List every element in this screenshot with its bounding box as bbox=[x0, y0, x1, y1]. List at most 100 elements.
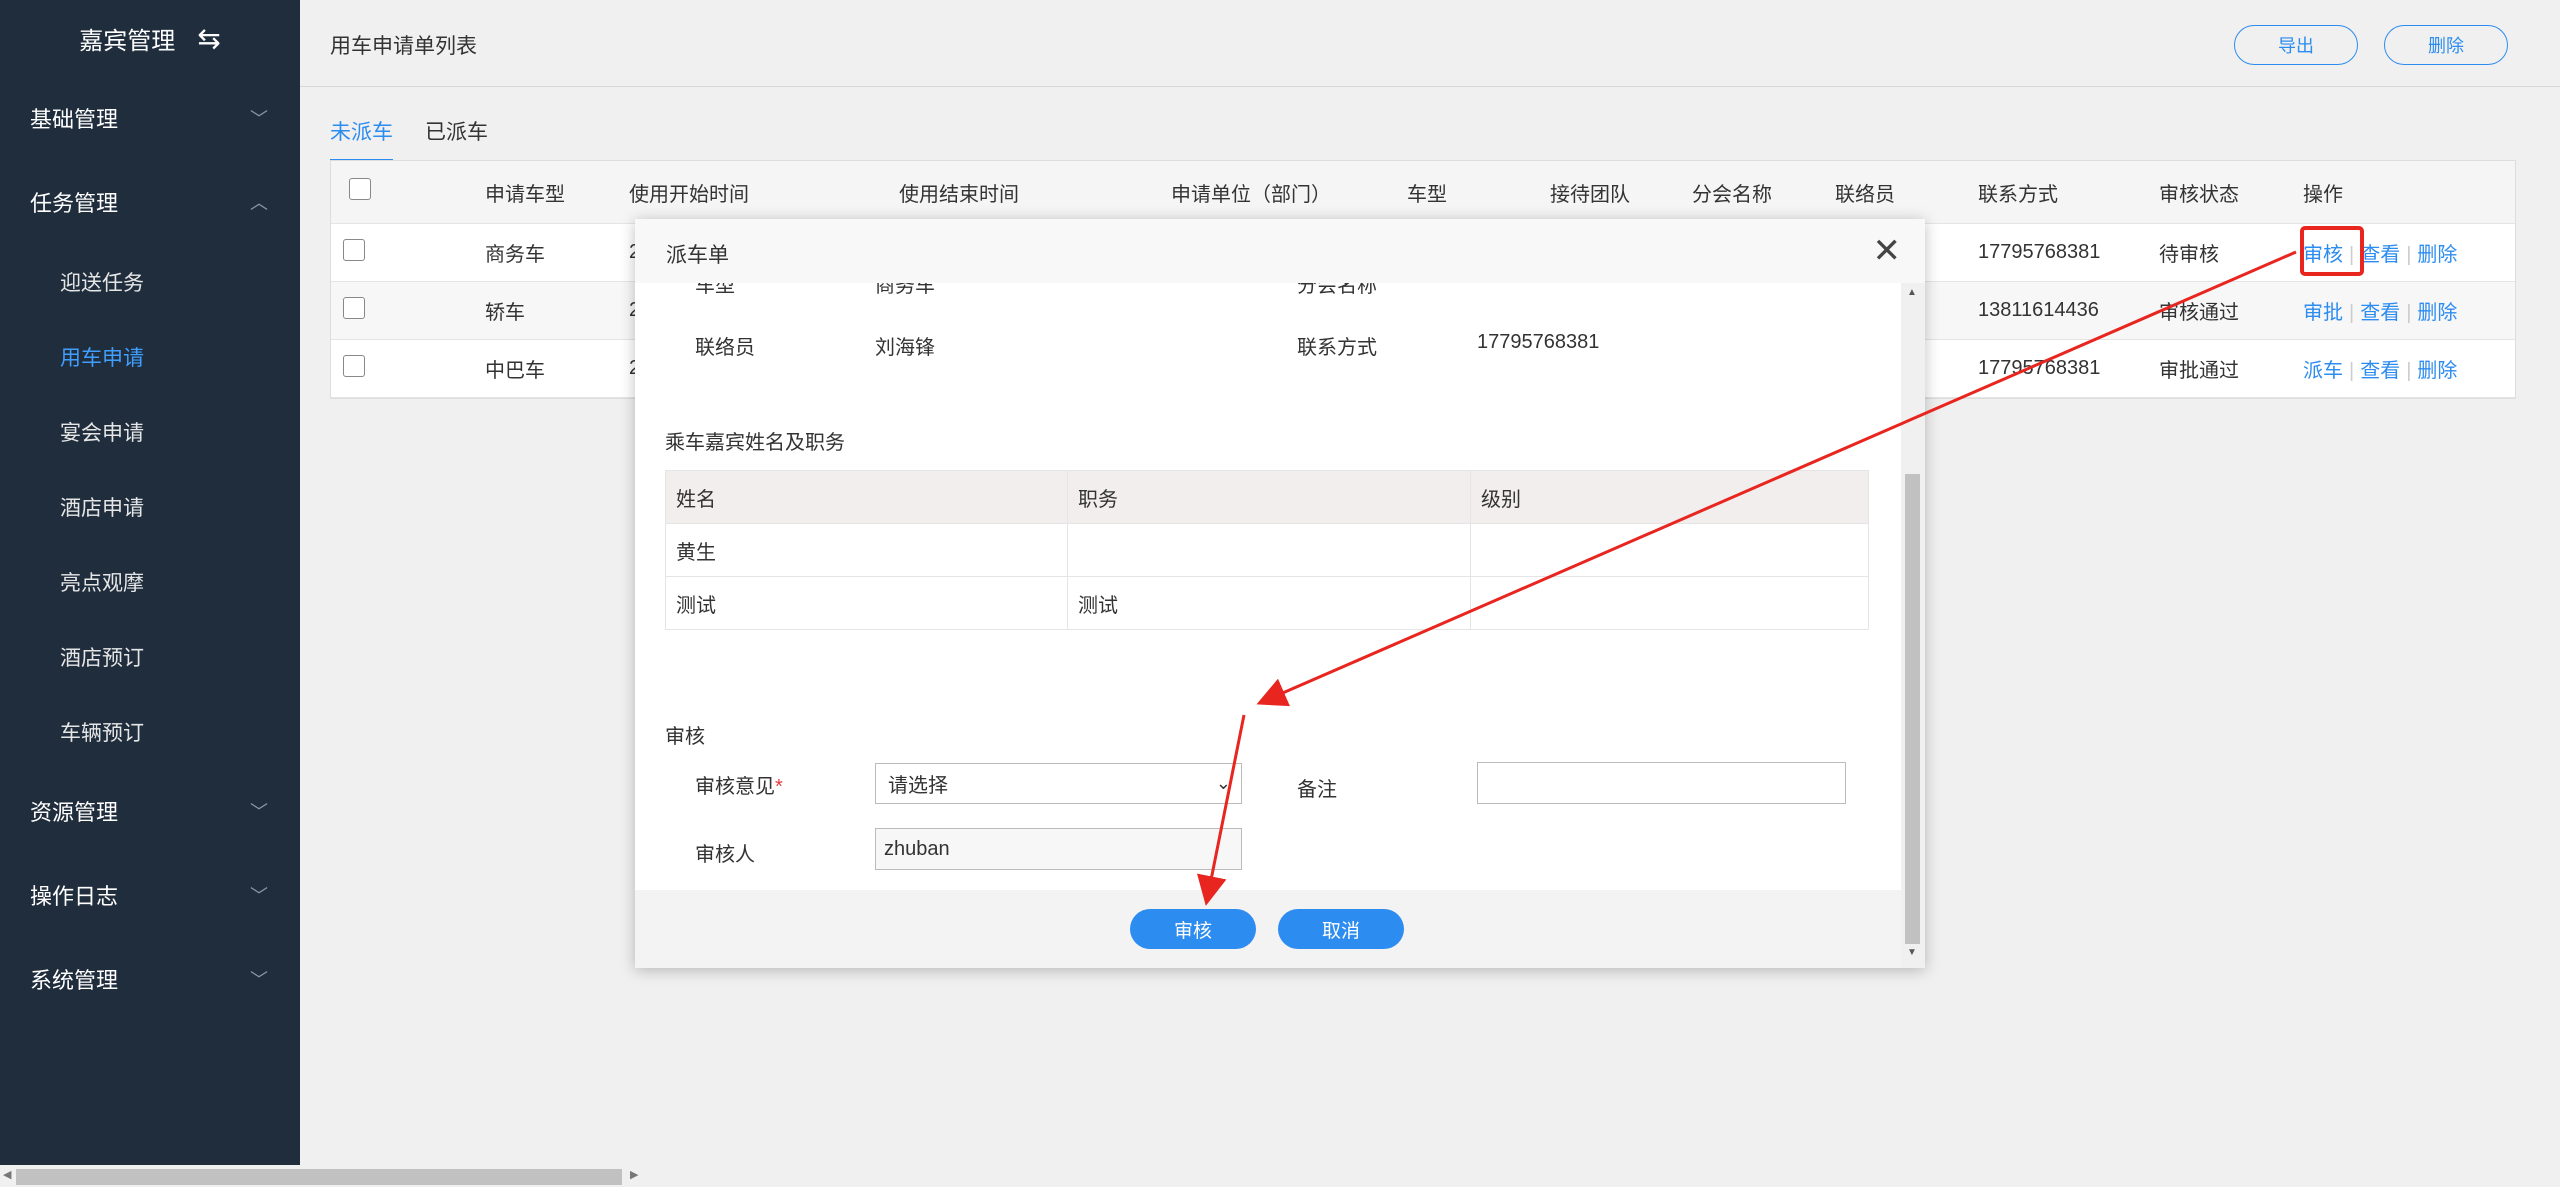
scrollbar-thumb[interactable] bbox=[1905, 474, 1920, 944]
horizontal-scrollbar[interactable]: ◀ ▶ bbox=[0, 1165, 2560, 1187]
sidebar-item-label: 亮点观摩 bbox=[60, 571, 144, 595]
page-title: 用车申请单列表 bbox=[330, 35, 477, 58]
sidebar-item-banquet[interactable]: 宴会申请 bbox=[0, 394, 300, 469]
delete-link[interactable]: 删除 bbox=[2417, 244, 2457, 266]
sidebar-header: 嘉宾管理 ⇆ bbox=[0, 0, 300, 76]
review-section-title: 审核 bbox=[665, 726, 705, 748]
actions-cell: 审核 | 查看 | 删除 bbox=[2295, 238, 2495, 267]
column-header[interactable]: 联络员 bbox=[1827, 178, 1970, 207]
sidebar-group-label: 基础管理 bbox=[30, 107, 119, 132]
dispatch-link[interactable]: 派车 bbox=[2303, 360, 2343, 382]
divider: | bbox=[2406, 302, 2412, 324]
delete-link[interactable]: 删除 bbox=[2417, 302, 2457, 324]
dialog-body: 车型 商务车 分会名称 联络员 刘海锋 联系方式 17795768381 乘车嘉… bbox=[635, 283, 1901, 890]
column-header[interactable]: 使用结束时间 bbox=[891, 178, 1163, 207]
reviewer-field[interactable]: zhuban bbox=[875, 828, 1242, 870]
divider: | bbox=[2349, 302, 2355, 324]
tab-undispatched[interactable]: 未派车 bbox=[330, 116, 393, 162]
column-header[interactable]: 车型 bbox=[1399, 178, 1542, 207]
column-header[interactable]: 联系方式 bbox=[1970, 178, 2151, 207]
select-all-checkbox[interactable] bbox=[349, 178, 371, 200]
column-header[interactable]: 使用开始时间 bbox=[621, 178, 891, 207]
row-select-cell bbox=[331, 238, 477, 267]
opinion-select[interactable]: 请选择 ⌄ bbox=[875, 763, 1242, 804]
required-mark: * bbox=[775, 776, 783, 798]
car-type-cell: 轿车 bbox=[485, 302, 525, 324]
sidebar-group-label: 操作日志 bbox=[30, 884, 119, 909]
view-link[interactable]: 查看 bbox=[2360, 244, 2400, 266]
select-all-cell bbox=[331, 178, 477, 206]
scroll-left-icon[interactable]: ◀ bbox=[3, 1168, 11, 1181]
column-header[interactable]: 审核状态 bbox=[2151, 178, 2295, 207]
dialog-scrollbar[interactable]: ▲ ▼ bbox=[1901, 283, 1925, 968]
scroll-up-icon[interactable]: ▲ bbox=[1907, 287, 1917, 298]
sidebar-group-task[interactable]: 任务管理 ︿ bbox=[0, 160, 300, 244]
sidebar-group-log[interactable]: 操作日志 ﹀ bbox=[0, 853, 300, 937]
chevron-up-icon: ︿ bbox=[250, 193, 268, 213]
sidebar-item-pickup[interactable]: 迎送任务 bbox=[0, 244, 300, 319]
scroll-down-icon[interactable]: ▼ bbox=[1907, 947, 1917, 958]
sidebar-item-label: 迎送任务 bbox=[60, 271, 144, 295]
sidebar-group-label: 资源管理 bbox=[30, 800, 119, 825]
divider: | bbox=[2349, 244, 2355, 266]
view-link[interactable]: 查看 bbox=[2360, 360, 2400, 382]
remark-label: 备注 bbox=[1297, 779, 1337, 801]
review-submit-button[interactable]: 审核 bbox=[1130, 909, 1256, 949]
close-icon[interactable]: ✕ bbox=[1873, 231, 1902, 271]
reviewer-label: 审核人 bbox=[695, 844, 755, 866]
column-header[interactable]: 申请单位（部门） bbox=[1163, 178, 1399, 207]
sidebar-item-vehicle-booking[interactable]: 车辆预订 bbox=[0, 694, 300, 769]
guest-name: 测试 bbox=[665, 576, 1068, 630]
sidebar-group-basic[interactable]: 基础管理 ﹀ bbox=[0, 76, 300, 160]
dispatch-dialog: 派车单 ✕ 车型 商务车 分会名称 联络员 刘海锋 联系方式 177957683… bbox=[635, 219, 1925, 968]
phone-cell: 17795768381 bbox=[1978, 357, 2101, 379]
divider: | bbox=[2406, 244, 2412, 266]
export-button[interactable]: 导出 bbox=[2234, 25, 2358, 65]
row-checkbox[interactable] bbox=[343, 238, 365, 261]
sidebar-item-hotel-booking[interactable]: 酒店预订 bbox=[0, 619, 300, 694]
switch-icon[interactable]: ⇆ bbox=[197, 22, 220, 55]
column-header[interactable]: 接待团队 bbox=[1542, 178, 1684, 207]
sidebar-group-resource[interactable]: 资源管理 ﹀ bbox=[0, 769, 300, 853]
row-select-cell bbox=[331, 296, 477, 325]
delete-button[interactable]: 删除 bbox=[2384, 25, 2508, 65]
scrollbar-thumb[interactable] bbox=[16, 1169, 622, 1185]
column-header: 姓名 bbox=[665, 470, 1068, 524]
sidebar: 嘉宾管理 ⇆ 基础管理 ﹀ 任务管理 ︿ 迎送任务 用车申请 宴会申请 酒店申请… bbox=[0, 0, 300, 1187]
sidebar-item-label: 车辆预订 bbox=[60, 721, 144, 745]
sidebar-group-label: 任务管理 bbox=[30, 191, 119, 216]
review-link[interactable]: 审核 bbox=[2303, 244, 2343, 266]
remark-input[interactable] bbox=[1477, 762, 1846, 804]
sidebar-item-hotel-request[interactable]: 酒店申请 bbox=[0, 469, 300, 544]
phone-label: 联系方式 bbox=[1297, 337, 1377, 359]
column-header[interactable]: 申请车型 bbox=[477, 178, 621, 207]
column-header: 级别 bbox=[1470, 470, 1869, 524]
car-type-label: 车型 bbox=[695, 283, 735, 297]
sidebar-item-car-request[interactable]: 用车申请 bbox=[0, 319, 300, 394]
chevron-down-icon: ﹀ bbox=[250, 109, 268, 129]
phone-value: 17795768381 bbox=[1477, 331, 1600, 353]
guest-title bbox=[1067, 523, 1471, 577]
view-link[interactable]: 查看 bbox=[2360, 302, 2400, 324]
row-checkbox[interactable] bbox=[343, 296, 365, 319]
sidebar-group-system[interactable]: 系统管理 ﹀ bbox=[0, 937, 300, 1021]
tab-dispatched[interactable]: 已派车 bbox=[425, 116, 488, 162]
row-checkbox[interactable] bbox=[343, 354, 365, 377]
column-header[interactable]: 分会名称 bbox=[1684, 178, 1827, 207]
actions-cell: 派车 | 查看 | 删除 bbox=[2295, 354, 2495, 383]
dialog-header: 派车单 ✕ bbox=[635, 219, 1925, 284]
tab-bar: 未派车 已派车 bbox=[330, 116, 520, 162]
delete-link[interactable]: 删除 bbox=[2417, 360, 2457, 382]
scroll-right-icon[interactable]: ▶ bbox=[630, 1168, 638, 1181]
table-header-row: 申请车型 使用开始时间 使用结束时间 申请单位（部门） 车型 接待团队 分会名称… bbox=[331, 161, 2515, 224]
app-title: 嘉宾管理 bbox=[79, 27, 176, 55]
cancel-button[interactable]: 取消 bbox=[1278, 909, 1404, 949]
actions-cell: 审批 | 查看 | 删除 bbox=[2295, 296, 2495, 325]
approve-link[interactable]: 审批 bbox=[2303, 302, 2343, 324]
car-type-value: 商务车 bbox=[875, 283, 935, 297]
sidebar-item-highlight-visit[interactable]: 亮点观摩 bbox=[0, 544, 300, 619]
sidebar-item-label: 宴会申请 bbox=[60, 421, 144, 445]
guest-row: 测试 测试 bbox=[665, 576, 1869, 630]
page-header: 用车申请单列表 导出 删除 bbox=[300, 0, 2560, 87]
row-select-cell bbox=[331, 354, 477, 383]
